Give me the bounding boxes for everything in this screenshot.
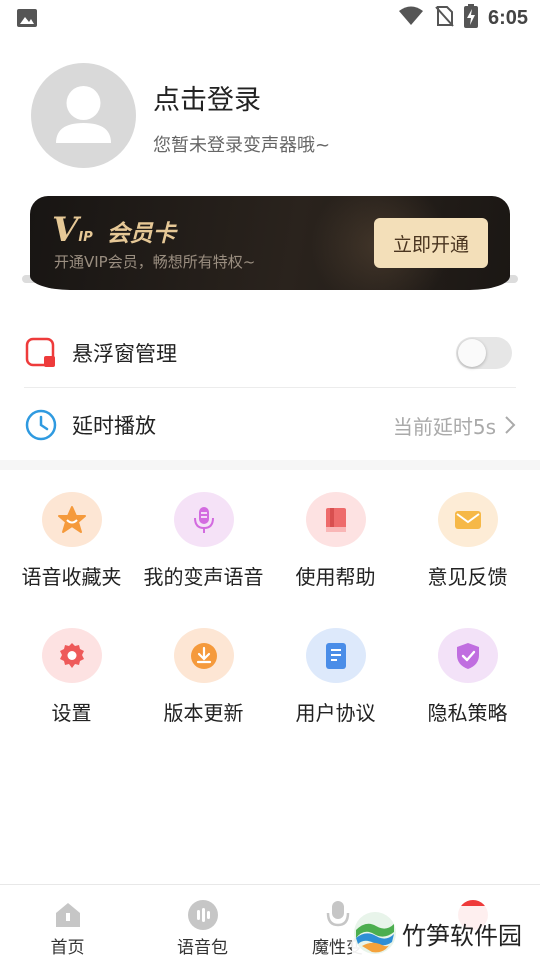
user-silhouette-icon <box>56 86 111 143</box>
status-bar: 6:05 <box>0 0 540 38</box>
nav-home[interactable]: 首页 <box>0 885 135 960</box>
grid-item-user-agreement[interactable]: 用户协议 <box>268 606 403 726</box>
avatar[interactable] <box>31 63 136 168</box>
grid-item-my-voices[interactable]: 我的变声语音 <box>136 470 271 590</box>
grid-label: 设置 <box>51 701 92 725</box>
grid-item-feedback[interactable]: 意见反馈 <box>400 470 535 590</box>
grid-item-update[interactable]: 版本更新 <box>136 606 271 726</box>
float-window-label: 悬浮窗管理 <box>72 341 177 366</box>
section-divider <box>0 460 540 470</box>
wifi-icon <box>398 6 424 30</box>
grid-item-voice-favorites[interactable]: 语音收藏夹 <box>4 470 139 590</box>
vip-logo-ip: IP <box>78 230 93 245</box>
vip-subtitle: 开通VIP会员，畅想所有特权~ <box>54 253 256 271</box>
delay-play-label: 延时播放 <box>72 414 156 438</box>
envelope-icon <box>454 510 481 529</box>
nav-audio-pack[interactable]: 语音包 <box>135 885 270 960</box>
grid-icon-circle <box>41 628 102 683</box>
home-icon <box>55 903 80 927</box>
book-icon <box>325 507 346 532</box>
no-sim-icon <box>434 5 454 31</box>
grid-icon-circle <box>173 492 234 547</box>
grid-icon-circle <box>437 628 498 683</box>
microphone-icon <box>193 506 214 533</box>
grid-label: 语音收藏夹 <box>21 565 122 589</box>
gear-icon <box>59 642 84 668</box>
gallery-notification-icon <box>16 8 38 28</box>
vip-card[interactable]: V IP 会员卡 开通VIP会员，畅想所有特权~ 立即开通 <box>30 196 510 290</box>
login-title[interactable]: 点击登录 <box>153 78 261 117</box>
grid-icon-circle <box>173 628 234 683</box>
grid-icon-circle <box>305 492 366 547</box>
chevron-right-icon <box>504 415 516 435</box>
delay-play-row[interactable]: 延时播放 当前延时5s <box>24 390 516 460</box>
watermark-logo-icon <box>354 912 396 954</box>
download-icon <box>190 642 217 669</box>
float-window-icon <box>24 336 58 370</box>
screen: 6:05 点击登录 您暂未登录变声器哦~ V IP 会员卡 开通VIP会员，畅想… <box>0 0 540 960</box>
grid-label: 版本更新 <box>163 701 244 725</box>
watermark: 竹笋软件园 <box>352 906 540 960</box>
shield-icon <box>456 642 479 669</box>
audio-pack-icon <box>187 900 218 930</box>
star-icon <box>57 505 86 533</box>
watermark-text: 竹笋软件园 <box>402 921 522 950</box>
grid-icon-circle <box>437 492 498 547</box>
vip-activate-button[interactable]: 立即开通 <box>374 218 488 268</box>
grid-label: 用户协议 <box>295 701 376 725</box>
grid-item-help[interactable]: 使用帮助 <box>268 470 403 590</box>
grid-label: 我的变声语音 <box>143 565 264 589</box>
grid-icon-circle <box>305 628 366 683</box>
nav-label: 首页 <box>50 938 85 958</box>
delay-value: 当前延时5s <box>392 414 496 439</box>
grid-label: 隐私策略 <box>427 701 508 725</box>
grid-icon-circle <box>41 492 102 547</box>
vip-logo-name: 会员卡 <box>106 221 176 247</box>
vip-logo-v: V <box>52 210 79 250</box>
float-window-toggle[interactable] <box>456 336 512 369</box>
vip-logo: V IP 会员卡 <box>52 210 176 250</box>
battery-charging-icon <box>463 4 478 32</box>
status-time: 6:05 <box>487 6 528 29</box>
login-subtitle: 您暂未登录变声器哦~ <box>153 135 331 156</box>
grid-label: 意见反馈 <box>427 565 508 589</box>
nav-label: 语音包 <box>177 938 228 958</box>
grid-label: 使用帮助 <box>295 565 376 589</box>
float-window-row[interactable]: 悬浮窗管理 <box>24 318 516 388</box>
clock-icon <box>24 408 58 442</box>
grid-item-privacy[interactable]: 隐私策略 <box>400 606 535 726</box>
voice-change-icon <box>326 901 349 927</box>
document-icon <box>325 642 346 669</box>
toggle-knob <box>458 338 486 367</box>
grid-item-settings[interactable]: 设置 <box>4 606 139 726</box>
